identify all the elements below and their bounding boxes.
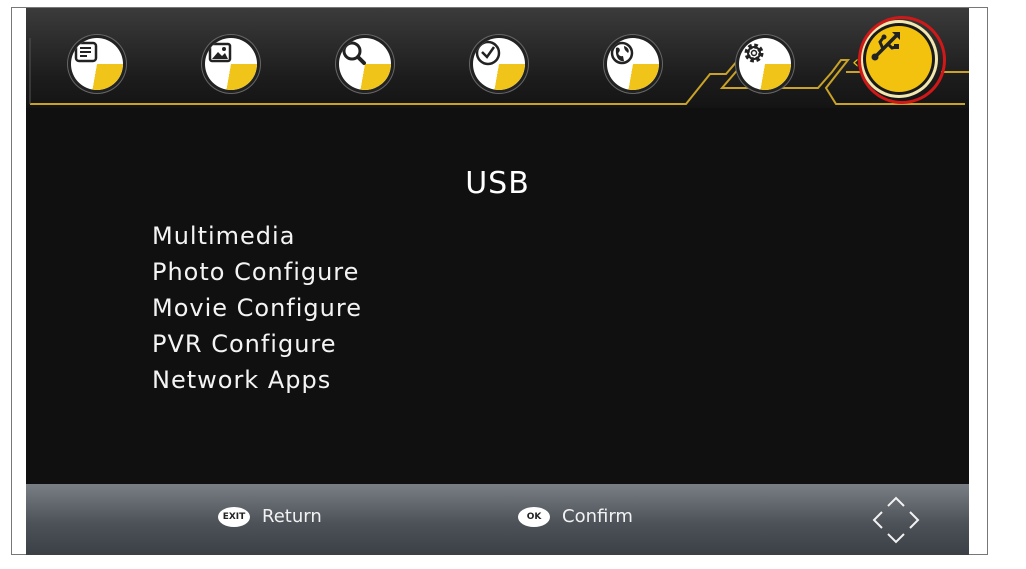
tv-screen: ‹ USB Multimedia Photo Configure Movie C… <box>26 8 969 555</box>
top-menu-bar: ‹ <box>26 8 969 108</box>
bottom-hint-bar: EXIT Return OK Confirm <box>26 484 969 555</box>
svg-text:‹: ‹ <box>852 52 859 73</box>
menu-item-multimedia[interactable]: Multimedia <box>152 218 362 254</box>
menu-item-photo-configure[interactable]: Photo Configure <box>152 254 362 290</box>
ok-key-icon: OK <box>518 506 550 527</box>
time-icon[interactable] <box>473 38 525 90</box>
dpad-icon <box>872 496 920 544</box>
program-icon[interactable] <box>71 38 123 90</box>
page-title: USB <box>465 166 530 201</box>
confirm-label: Confirm <box>562 506 633 527</box>
usb-menu-list: Multimedia Photo Configure Movie Configu… <box>152 218 362 398</box>
confirm-hint: OK Confirm <box>518 506 633 527</box>
menu-item-pvr-configure[interactable]: PVR Configure <box>152 326 362 362</box>
picture-icon[interactable] <box>205 38 257 90</box>
return-label: Return <box>262 506 322 527</box>
exit-key-icon: EXIT <box>218 506 250 527</box>
menu-item-network-apps[interactable]: Network Apps <box>152 362 362 398</box>
return-hint: EXIT Return <box>218 506 322 527</box>
system-icon[interactable] <box>739 38 791 90</box>
usb-icon[interactable] <box>866 26 932 92</box>
option-icon[interactable] <box>607 38 659 90</box>
search-icon[interactable] <box>339 38 391 90</box>
menu-item-movie-configure[interactable]: Movie Configure <box>152 290 362 326</box>
